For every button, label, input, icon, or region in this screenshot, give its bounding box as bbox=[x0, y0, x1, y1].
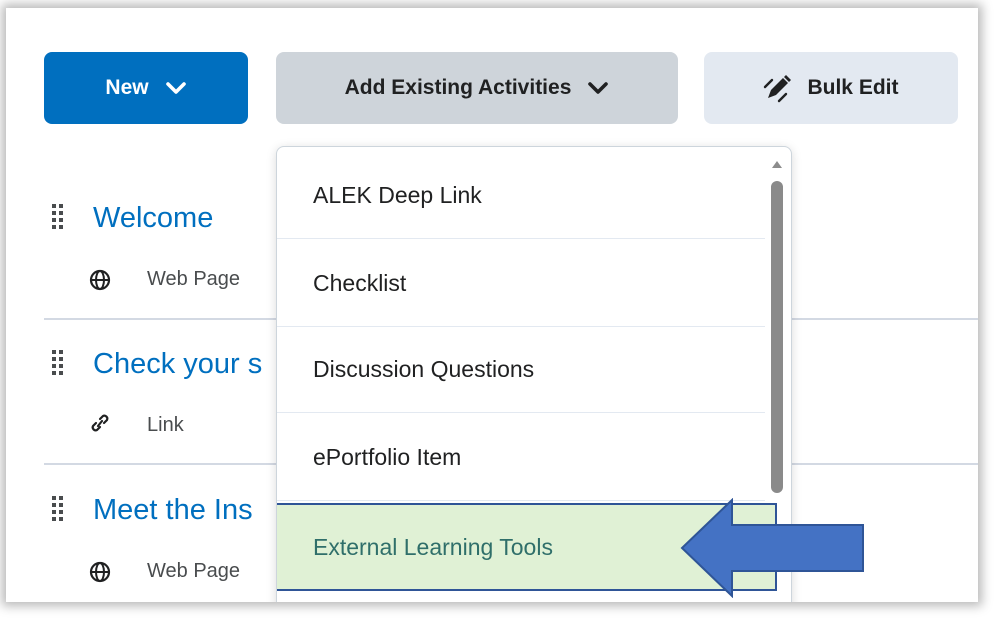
content-item-title[interactable]: Check your s bbox=[93, 348, 262, 381]
menu-item-eportfolio-item[interactable]: ePortfolio Item bbox=[277, 415, 765, 501]
new-button-label: New bbox=[105, 76, 149, 99]
menu-item-label: ePortfolio Item bbox=[313, 444, 462, 470]
menu-item-checklist[interactable]: Checklist bbox=[277, 241, 765, 327]
add-existing-activities-label: Add Existing Activities bbox=[344, 76, 572, 99]
bulk-edit-button[interactable]: Bulk Edit bbox=[704, 52, 958, 124]
scroll-up-arrow-icon[interactable] bbox=[772, 161, 782, 168]
globe-icon bbox=[89, 561, 111, 583]
content-item-type: Web Page bbox=[147, 560, 241, 582]
new-button[interactable]: New bbox=[44, 52, 248, 124]
chevron-down-icon bbox=[588, 82, 609, 94]
globe-icon bbox=[89, 269, 111, 291]
pencil-edit-icon bbox=[764, 75, 792, 103]
callout-arrow-icon bbox=[680, 498, 864, 598]
add-existing-activities-button[interactable]: Add Existing Activities bbox=[276, 52, 678, 124]
scrollbar-thumb[interactable] bbox=[771, 181, 783, 493]
screenshot-frame: New Add Existing Activities Bulk Edit We… bbox=[6, 8, 978, 602]
drag-handle-icon[interactable] bbox=[52, 204, 66, 232]
content-item-title[interactable]: Meet the Ins bbox=[93, 494, 253, 527]
menu-item-discussion-questions[interactable]: Discussion Questions bbox=[277, 327, 765, 413]
drag-handle-icon[interactable] bbox=[52, 350, 66, 378]
content-item-type: Web Page bbox=[147, 268, 241, 290]
menu-item-label: ALEK Deep Link bbox=[313, 182, 482, 208]
bulk-edit-label: Bulk Edit bbox=[807, 76, 899, 99]
menu-item-alek-deep-link[interactable]: ALEK Deep Link bbox=[277, 153, 765, 239]
content-item-title[interactable]: Welcome bbox=[93, 202, 213, 235]
link-icon bbox=[91, 414, 109, 432]
menu-item-label: Checklist bbox=[313, 270, 407, 296]
drag-handle-icon[interactable] bbox=[52, 496, 66, 524]
menu-item-label: External Learning Tools bbox=[313, 533, 553, 560]
chevron-down-icon bbox=[165, 82, 186, 94]
content-item-type: Link bbox=[147, 414, 184, 436]
menu-item-label: Discussion Questions bbox=[313, 356, 535, 382]
